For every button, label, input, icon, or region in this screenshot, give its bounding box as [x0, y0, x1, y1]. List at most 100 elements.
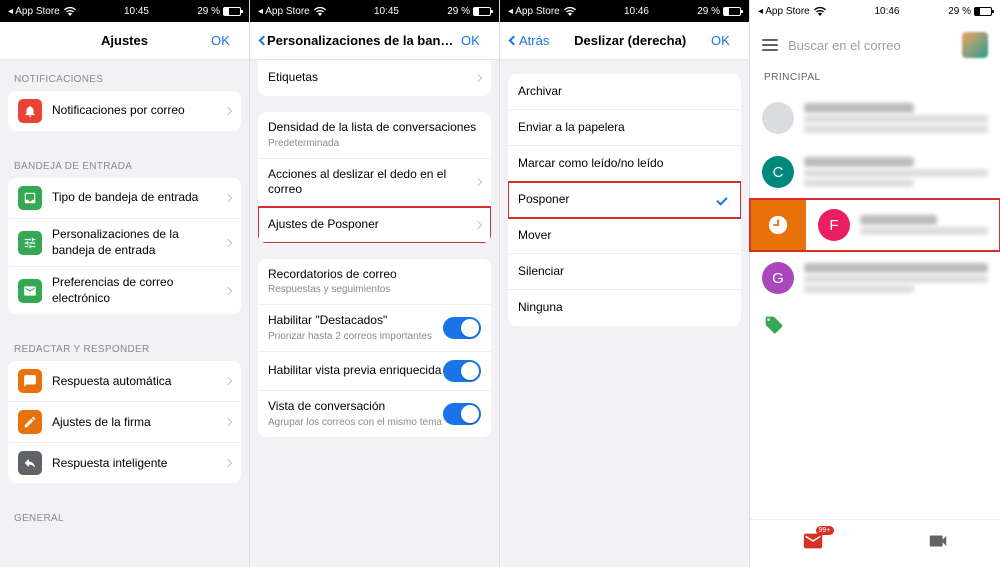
chevron-right-icon [224, 459, 232, 467]
battery-icon [974, 7, 992, 16]
chevron-right-icon [224, 238, 232, 246]
toggle-featured[interactable] [443, 317, 481, 339]
search-bar: Buscar en el correo [750, 22, 1000, 68]
option-move[interactable]: Mover [508, 218, 741, 254]
chat-icon [18, 369, 42, 393]
status-bar: ◂ App Store 10:45 29 % [250, 0, 499, 22]
back-button[interactable]: Atrás [510, 33, 549, 48]
page-title: Deslizar (derecha) [549, 33, 711, 48]
status-bar: ◂ App Store 10:46 29 % [500, 0, 749, 22]
option-trash[interactable]: Enviar a la papelera [508, 110, 741, 146]
snooze-action[interactable] [750, 199, 806, 251]
mail-item[interactable]: G [750, 251, 1000, 305]
avatar: F [818, 209, 850, 241]
row-density[interactable]: Densidad de la lista de conversacionesPr… [258, 112, 491, 159]
back-to-app[interactable]: ◂ App Store [758, 6, 810, 17]
chevron-right-icon [224, 418, 232, 426]
wifi-icon [814, 7, 826, 16]
option-none[interactable]: Ninguna [508, 290, 741, 326]
chevron-right-icon [474, 74, 482, 82]
chevron-right-icon [224, 107, 232, 115]
screen-inbox-customizations: ◂ App Store 10:45 29 % Personalizaciones… [250, 0, 500, 567]
ok-button[interactable]: OK [461, 33, 489, 48]
search-input[interactable]: Buscar en el correo [788, 38, 952, 53]
mail-icon [802, 530, 824, 552]
nav-bar: Ajustes OK [0, 22, 249, 60]
row-inbox-customizations[interactable]: Personalizaciones de la bandeja de entra… [8, 219, 241, 267]
clock-icon [767, 214, 789, 236]
chevron-right-icon [474, 178, 482, 186]
menu-icon[interactable] [762, 39, 778, 51]
back-to-app[interactable]: ◂ App Store [258, 6, 310, 17]
row-inbox-type[interactable]: Tipo de bandeja de entrada [8, 178, 241, 219]
row-featured: Habilitar "Destacados"Priorizar hasta 2 … [258, 305, 491, 352]
pencil-icon [18, 410, 42, 434]
row-labels[interactable]: Etiquetas [258, 60, 491, 96]
video-tab[interactable] [927, 530, 949, 557]
nav-bar: Atrás Deslizar (derecha) OK [500, 22, 749, 60]
row-smart-reply[interactable]: Respuesta inteligente [8, 443, 241, 483]
chevron-right-icon [224, 377, 232, 385]
row-reminders[interactable]: Recordatorios de correoRespuestas y segu… [258, 259, 491, 306]
row-mail-notifications[interactable]: Notificaciones por correo [8, 91, 241, 131]
page-title: Ajustes [38, 33, 211, 48]
nav-bar: Personalizaciones de la bandeja d... OK [250, 22, 499, 60]
row-auto-reply[interactable]: Respuesta automática [8, 361, 241, 402]
section-header: GENERAL [0, 499, 249, 530]
status-time: 10:45 [124, 6, 149, 17]
row-rich-preview: Habilitar vista previa enriquecida [258, 352, 491, 391]
chevron-right-icon [224, 287, 232, 295]
check-icon [716, 194, 727, 205]
option-mute[interactable]: Silenciar [508, 254, 741, 290]
mail-icon [18, 279, 42, 303]
screen-inbox: ◂ App Store 10:46 29 % Buscar en el corr… [750, 0, 1000, 567]
page-title: Personalizaciones de la bandeja d... [267, 33, 461, 48]
back-to-app[interactable]: ◂ App Store [8, 6, 60, 17]
status-time: 10:46 [624, 6, 649, 17]
bell-icon [18, 99, 42, 123]
tune-icon [18, 231, 42, 255]
mail-item-swiped[interactable]: F [750, 199, 1000, 251]
section-header: REDACTAR Y RESPONDER [0, 330, 249, 361]
status-time: 10:46 [874, 6, 899, 17]
row-email-prefs[interactable]: Preferencias de correo electrónico [8, 267, 241, 314]
row-snooze-settings[interactable]: Ajustes de Posponer [258, 207, 491, 243]
toggle-rich-preview[interactable] [443, 360, 481, 382]
status-bar: ◂ App Store 10:45 29 % [0, 0, 249, 22]
ok-button[interactable]: OK [211, 33, 239, 48]
row-swipe-actions[interactable]: Acciones al deslizar el dedo en el corre… [258, 159, 491, 207]
mail-item[interactable]: C [750, 145, 1000, 199]
screen-settings: ◂ App Store 10:45 29 % Ajustes OK NOTIFI… [0, 0, 250, 567]
battery-icon [723, 7, 741, 16]
section-header: NOTIFICACIONES [0, 60, 249, 91]
wifi-icon [314, 7, 326, 16]
row-conversation-view: Vista de conversaciónAgrupar los correos… [258, 391, 491, 437]
tag-icon [764, 315, 784, 335]
status-bar: ◂ App Store 10:46 29 % [750, 0, 1000, 22]
wifi-icon [564, 7, 576, 16]
bottom-nav [750, 519, 1000, 567]
mail-item[interactable] [750, 305, 1000, 350]
tab-primary[interactable]: PRINCIPAL [750, 68, 1000, 91]
chevron-right-icon [224, 194, 232, 202]
option-mark-read[interactable]: Marcar como leído/no leído [508, 146, 741, 182]
row-signature[interactable]: Ajustes de la firma [8, 402, 241, 443]
chevron-left-icon [509, 36, 519, 46]
screen-swipe-right: ◂ App Store 10:46 29 % Atrás Deslizar (d… [500, 0, 750, 567]
section-header: BANDEJA DE ENTRADA [0, 147, 249, 178]
reply-icon [18, 451, 42, 475]
option-snooze[interactable]: Posponer [508, 182, 741, 218]
back-to-app[interactable]: ◂ App Store [508, 6, 560, 17]
mail-tab[interactable] [802, 530, 824, 557]
toggle-conversation[interactable] [443, 403, 481, 425]
video-icon [927, 530, 949, 552]
mail-item[interactable] [750, 91, 1000, 145]
wifi-icon [64, 7, 76, 16]
back-button[interactable] [260, 37, 267, 44]
avatar: C [762, 156, 794, 188]
avatar: G [762, 262, 794, 294]
inbox-icon [18, 186, 42, 210]
ok-button[interactable]: OK [711, 33, 739, 48]
option-archive[interactable]: Archivar [508, 74, 741, 110]
account-avatar[interactable] [962, 32, 988, 58]
